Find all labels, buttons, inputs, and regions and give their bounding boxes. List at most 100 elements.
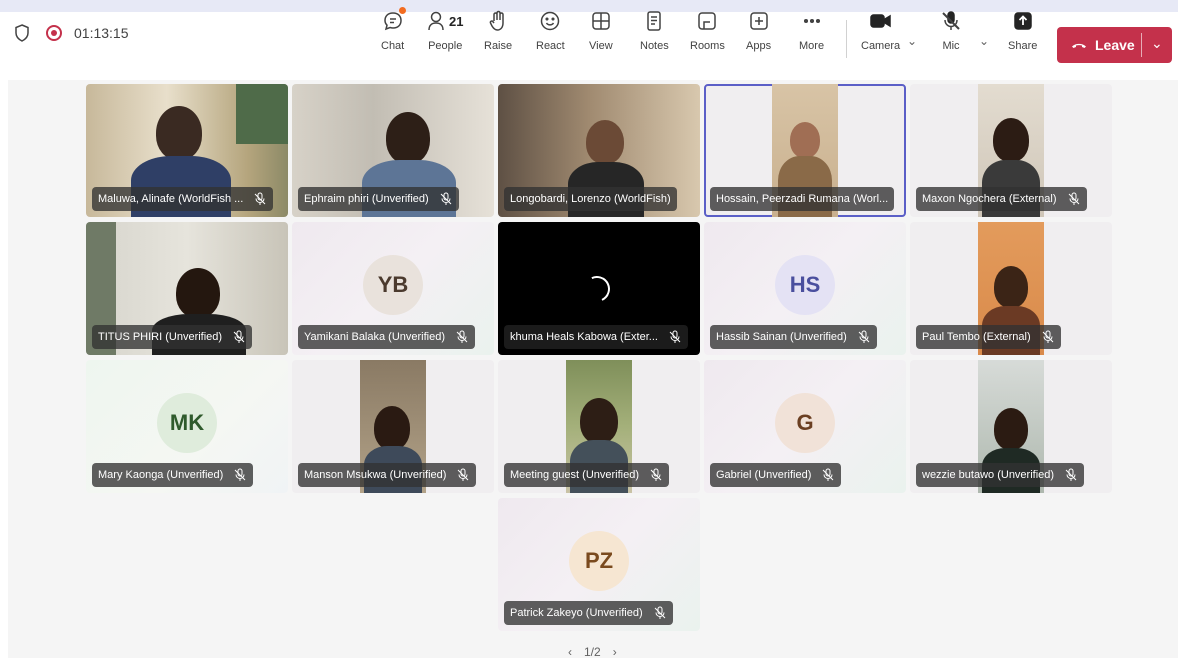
previous-page-icon[interactable]: ‹ <box>568 645 572 658</box>
page-indicator: 1/2 <box>584 645 601 658</box>
participant-tile[interactable]: Longobardi, Lorenzo (WorldFish) <box>498 84 700 217</box>
mic-off-icon <box>1065 468 1077 481</box>
participant-tile-selected[interactable]: Hossain, Peerzadi Rumana (Worl... <box>704 84 906 217</box>
rooms-icon <box>696 8 718 34</box>
people-button[interactable]: 21 People <box>427 8 463 64</box>
mic-off-icon <box>1068 192 1079 205</box>
mic-off-icon <box>254 192 266 205</box>
participant-tile[interactable]: Meeting guest (Unverified) <box>498 360 700 493</box>
mic-off-icon <box>1042 330 1053 343</box>
participant-name-tag: Maluwa, Alinafe (WorldFish ... <box>92 187 274 211</box>
participant-tile[interactable]: Paul Tembo (External) <box>910 222 1112 355</box>
participant-name-tag: Gabriel (Unverified) <box>710 463 842 487</box>
loading-spinner-icon <box>580 272 614 306</box>
react-label: React <box>536 40 565 52</box>
people-count: 21 <box>449 13 464 29</box>
participant-name-tag: Maxon Ngochera (External) <box>916 187 1087 211</box>
participant-tile[interactable]: PZ Patrick Zakeyo (Unverified) <box>498 498 700 631</box>
participant-tile[interactable]: MK Mary Kaonga (Unverified) <box>86 360 288 493</box>
participant-tile[interactable]: Maluwa, Alinafe (WorldFish ... <box>86 84 288 217</box>
raise-button[interactable]: Raise <box>484 8 512 64</box>
mic-off-icon <box>233 330 245 343</box>
mic-off-icon <box>456 330 468 343</box>
more-button[interactable]: More <box>799 8 824 64</box>
rooms-label: Rooms <box>690 40 725 52</box>
camera-label: Camera <box>861 40 901 52</box>
raise-hand-icon <box>488 8 508 34</box>
shield-icon[interactable] <box>14 24 30 42</box>
participant-tile[interactable]: Manson Msukwa (Unverified) <box>292 360 494 493</box>
participant-tile[interactable]: Maxon Ngochera (External) <box>910 84 1112 217</box>
avatar: PZ <box>569 531 629 591</box>
gallery-pager: ‹ 1/2 › <box>568 645 617 658</box>
view-button[interactable]: View <box>589 8 613 64</box>
participant-name-tag: Paul Tembo (External) <box>916 325 1061 349</box>
people-label: People <box>428 40 463 52</box>
mic-off-icon <box>458 468 469 481</box>
mic-options-chevron[interactable]: ⌄ <box>979 34 989 48</box>
mic-label: Mic <box>942 40 960 52</box>
mic-off-icon <box>823 468 834 481</box>
participant-tile[interactable]: TITUS PHIRI (Unverified) <box>86 222 288 355</box>
participant-name-tag: Meeting guest (Unverified) <box>504 463 670 487</box>
mic-off-icon <box>858 330 870 343</box>
view-label: View <box>589 40 613 52</box>
phone-icon <box>1072 43 1086 48</box>
react-icon <box>539 8 561 34</box>
participant-name-tag: Yamikani Balaka (Unverified) <box>298 325 476 349</box>
mic-off-icon <box>654 606 666 619</box>
apps-label: Apps <box>746 40 772 52</box>
react-button[interactable]: React <box>536 8 565 64</box>
people-icon: 21 <box>427 8 463 34</box>
avatar: HS <box>775 255 835 315</box>
participant-tile[interactable]: Ephraim phiri (Unverified) <box>292 84 494 217</box>
chat-button[interactable]: Chat <box>381 7 406 64</box>
camera-button[interactable]: Camera <box>861 8 900 64</box>
participant-name-tag: wezzie butawo (Unverified) <box>916 463 1085 487</box>
participant-tile[interactable]: HS Hassib Sainan (Unverified) <box>704 222 906 355</box>
participant-name-tag: Longobardi, Lorenzo (WorldFish) <box>504 187 677 211</box>
participant-name-tag: Patrick Zakeyo (Unverified) <box>504 601 673 625</box>
participant-name-tag: khuma Heals Kabowa (Exter... <box>504 325 688 349</box>
participant-name-tag: Hassib Sainan (Unverified) <box>710 325 877 349</box>
notes-label: Notes <box>640 40 669 52</box>
share-button[interactable]: Share <box>1008 8 1037 64</box>
participant-name-tag: TITUS PHIRI (Unverified) <box>92 325 253 349</box>
participant-name-tag: Manson Msukwa (Unverified) <box>298 463 477 487</box>
participant-tile[interactable]: YB Yamikani Balaka (Unverified) <box>292 222 494 355</box>
avatar: G <box>775 393 835 453</box>
more-icon <box>801 8 823 34</box>
view-icon <box>590 8 612 34</box>
notes-button[interactable]: Notes <box>640 8 669 64</box>
avatar: YB <box>363 255 423 315</box>
leave-options-chevron[interactable]: ⌄ <box>1151 35 1163 52</box>
share-icon <box>1012 8 1034 34</box>
chat-icon <box>382 7 406 34</box>
apps-icon <box>748 8 770 34</box>
more-label: More <box>799 40 825 52</box>
raise-label: Raise <box>484 40 513 52</box>
participant-tile[interactable]: G Gabriel (Unverified) <box>704 360 906 493</box>
meeting-timer: 01:13:15 <box>74 25 129 41</box>
notes-icon <box>645 8 663 34</box>
record-icon <box>46 25 62 41</box>
leave-label: Leave <box>1095 37 1135 53</box>
mic-off-icon <box>669 330 681 343</box>
participant-tile[interactable]: khuma Heals Kabowa (Exter... <box>498 222 700 355</box>
mic-off-icon <box>234 468 246 481</box>
mic-off-icon <box>440 192 452 205</box>
participant-name-tag: Mary Kaonga (Unverified) <box>92 463 254 487</box>
participant-name-tag: Ephraim phiri (Unverified) <box>298 187 459 211</box>
mic-button[interactable]: Mic <box>940 8 962 64</box>
apps-button[interactable]: Apps <box>746 8 771 64</box>
chat-label: Chat <box>381 40 405 52</box>
participant-tile[interactable]: wezzie butawo (Unverified) <box>910 360 1112 493</box>
toolbar-separator <box>846 20 847 58</box>
next-page-icon[interactable]: › <box>613 645 617 658</box>
leave-button[interactable]: Leave ⌄ <box>1057 27 1172 63</box>
camera-options-chevron[interactable]: ⌄ <box>907 34 917 48</box>
participant-name-tag: Hossain, Peerzadi Rumana (Worl... <box>710 187 895 211</box>
rooms-button[interactable]: Rooms <box>690 8 725 64</box>
mic-off-icon <box>650 468 662 481</box>
avatar: MK <box>157 393 217 453</box>
